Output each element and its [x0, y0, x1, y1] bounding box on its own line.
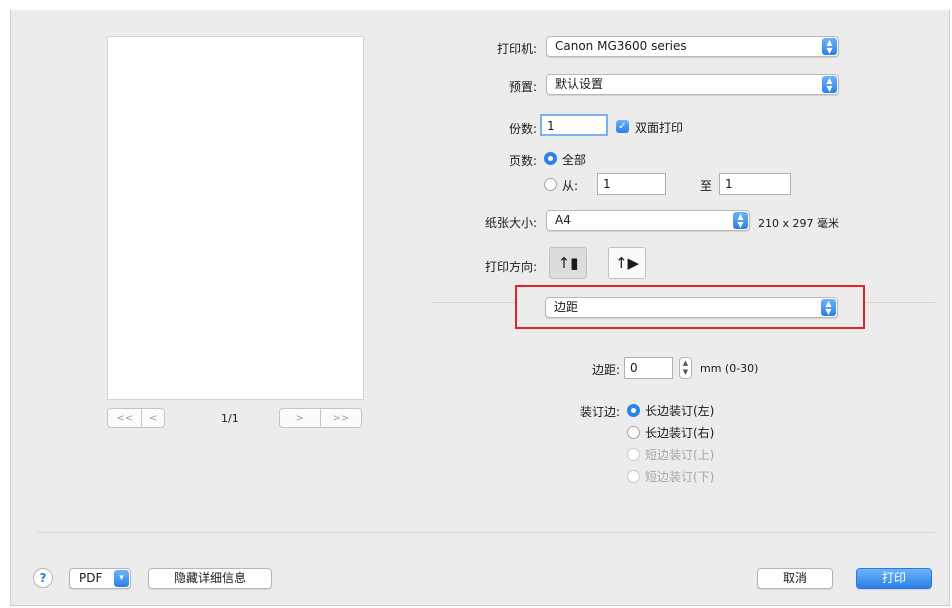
pages-from-label: 从: — [562, 179, 579, 193]
page-indicator: 1/1 — [221, 412, 239, 425]
pages-from-field[interactable]: 1 — [597, 173, 666, 195]
margin-label: 边距: — [591, 363, 620, 377]
paper-dimensions: 210 x 297 毫米 — [758, 217, 839, 230]
pdf-button[interactable]: PDF ▾ — [69, 568, 131, 589]
printer-value: Canon MG3600 series — [555, 39, 687, 53]
portrait-orientation-icon[interactable]: ↑▮ — [549, 247, 587, 279]
binding-label: 装订边: — [579, 405, 620, 419]
binding-short-bottom-radio — [627, 470, 640, 483]
binding-option-label: 长边装订(左) — [645, 404, 715, 418]
chevron-down-icon: ▾ — [114, 570, 129, 587]
prev-page-button[interactable]: < — [141, 409, 164, 427]
binding-option-label: 长边装订(右) — [645, 426, 715, 440]
pages-to-label: 至 — [700, 179, 713, 193]
popup-arrows-icon: ▲ ▼ — [821, 299, 836, 316]
margin-unit: mm (0-30) — [700, 362, 759, 375]
page-preview — [107, 36, 364, 400]
presets-value: 默认设置 — [555, 77, 604, 91]
pages-to-field[interactable]: 1 — [719, 173, 791, 195]
binding-option-label: 短边装订(上) — [645, 448, 715, 462]
separator-left — [432, 302, 516, 303]
presets-popup[interactable]: 默认设置 ▲ ▼ — [546, 74, 839, 95]
paper-size-popup[interactable]: A4 ▲ ▼ — [546, 210, 750, 231]
paper-size-value: A4 — [555, 213, 571, 227]
binding-long-right-radio[interactable] — [627, 426, 640, 439]
printer-popup[interactable]: Canon MG3600 series ▲ ▼ — [546, 36, 839, 57]
next-page-button[interactable]: > — [280, 409, 320, 427]
duplex-checkbox[interactable]: ✓ — [616, 120, 629, 133]
pages-from-radio[interactable] — [544, 178, 557, 191]
cancel-button[interactable]: 取消 — [757, 568, 833, 589]
copies-field[interactable]: 1 — [540, 114, 608, 136]
binding-option-label: 短边装订(下) — [645, 470, 715, 484]
presets-label: 预置: — [508, 80, 537, 94]
margin-field[interactable]: 0 — [624, 357, 673, 379]
popup-arrows-icon: ▲ ▼ — [822, 38, 837, 55]
pages-label: 页数: — [508, 154, 537, 168]
help-button[interactable]: ? — [33, 568, 53, 588]
preview-nav-back: << < — [107, 408, 165, 428]
hide-details-button[interactable]: 隐藏详细信息 — [148, 568, 272, 589]
separator-right — [865, 302, 935, 303]
duplex-label: 双面打印 — [635, 121, 684, 135]
panel-select-value: 边距 — [554, 300, 579, 314]
margin-stepper[interactable]: ▲ ▼ — [679, 357, 692, 379]
print-button[interactable]: 打印 — [856, 568, 932, 589]
binding-long-left-radio[interactable] — [627, 404, 640, 417]
pages-all-radio[interactable] — [544, 152, 557, 165]
first-page-button[interactable]: << — [108, 409, 141, 427]
last-page-button[interactable]: >> — [319, 409, 362, 427]
pdf-label: PDF — [79, 571, 103, 585]
popup-arrows-icon: ▲ ▼ — [822, 76, 837, 93]
pages-all-label: 全部 — [562, 153, 587, 167]
footer-separator — [37, 532, 935, 533]
orientation-label: 打印方向: — [484, 260, 537, 274]
print-dialog: << < 1/1 > >> 打印机: Canon MG3600 series ▲… — [10, 10, 950, 606]
binding-short-top-radio — [627, 448, 640, 461]
landscape-orientation-icon[interactable]: ↑▶ — [608, 247, 646, 279]
panel-select-popup[interactable]: 边距 ▲ ▼ — [545, 297, 838, 318]
popup-arrows-icon: ▲ ▼ — [733, 212, 748, 229]
paper-size-label: 纸张大小: — [484, 216, 537, 230]
printer-label: 打印机: — [496, 42, 537, 56]
preview-nav-forward: > >> — [279, 408, 362, 428]
copies-label: 份数: — [508, 122, 537, 136]
